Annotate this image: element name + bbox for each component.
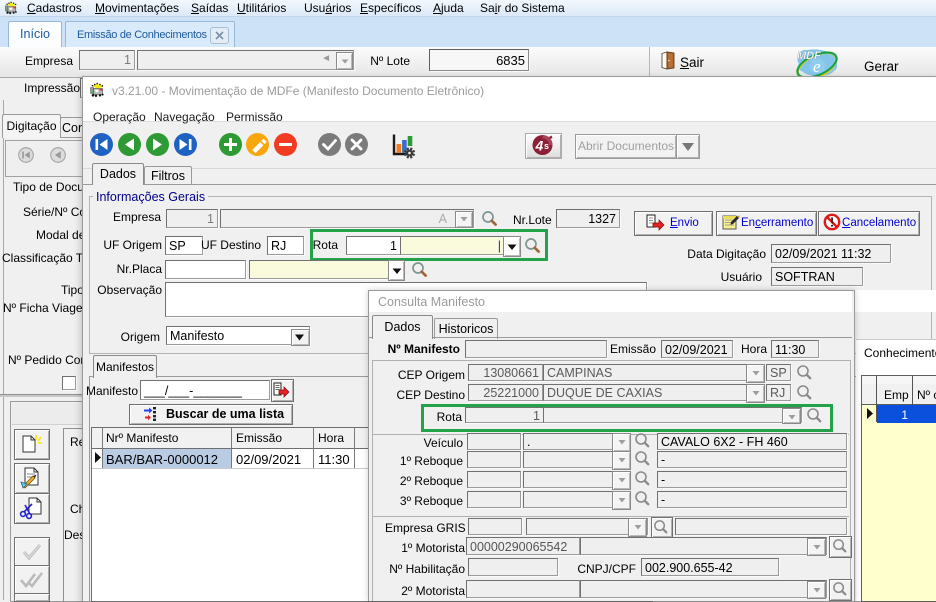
svg-text:e: e [813,57,821,76]
svg-text:4: 4 [535,138,544,154]
svg-text:s: s [544,141,549,151]
